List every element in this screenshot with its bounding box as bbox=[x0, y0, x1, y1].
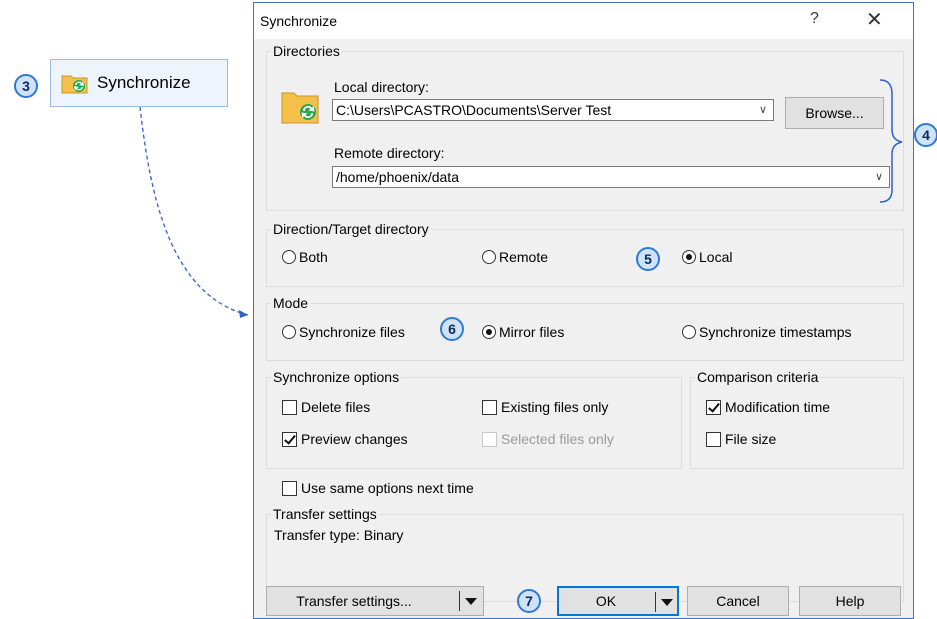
browse-button[interactable]: Browse... bbox=[785, 97, 884, 129]
chevron-down-icon[interactable]: ∨ bbox=[759, 100, 767, 120]
mode-legend: Mode bbox=[273, 295, 309, 311]
radio-mirror-files[interactable]: Mirror files bbox=[482, 324, 564, 340]
checkbox-delete-files[interactable]: Delete files bbox=[282, 399, 370, 415]
split-separator bbox=[459, 591, 460, 611]
callout-5-badge: 5 bbox=[636, 247, 660, 271]
help-button-label: Help bbox=[835, 593, 865, 609]
checkbox-use-same-options-box bbox=[282, 480, 297, 496]
ok-button-label: OK bbox=[595, 593, 617, 609]
directories-legend: Directories bbox=[273, 43, 340, 59]
transfer-settings-legend: Transfer settings bbox=[273, 506, 377, 522]
cancel-button[interactable]: Cancel bbox=[687, 586, 789, 616]
local-directory-combobox[interactable]: C:\Users\PCASTRO\Documents\Server Test ∨ bbox=[332, 99, 774, 121]
ok-button[interactable]: OK bbox=[557, 586, 679, 616]
radio-synchronize-files[interactable]: Synchronize files bbox=[282, 324, 405, 340]
comparison-criteria-legend: Comparison criteria bbox=[697, 369, 819, 385]
radio-both-label: Both bbox=[299, 249, 328, 265]
checkbox-preview-changes-label: Preview changes bbox=[301, 431, 408, 447]
checkbox-modification-time-box bbox=[706, 399, 721, 415]
radio-remote-label: Remote bbox=[499, 249, 549, 265]
folder-sync-icon bbox=[280, 87, 320, 128]
radio-synchronize-files-indicator bbox=[282, 325, 296, 339]
checkbox-delete-files-label: Delete files bbox=[301, 399, 371, 415]
checkbox-existing-files-only-label: Existing files only bbox=[501, 399, 609, 415]
checkbox-file-size-label: File size bbox=[725, 431, 777, 447]
radio-mirror-files-label: Mirror files bbox=[499, 324, 565, 340]
transfer-settings-button-label: Transfer settings... bbox=[296, 593, 412, 609]
direction-legend: Direction/Target directory bbox=[273, 221, 429, 237]
checkbox-use-same-options[interactable]: Use same options next time bbox=[282, 480, 474, 496]
radio-local[interactable]: Local bbox=[682, 249, 732, 265]
checkbox-existing-files-only[interactable]: Existing files only bbox=[482, 399, 608, 415]
radio-synchronize-timestamps-indicator bbox=[682, 325, 696, 339]
checkbox-file-size[interactable]: File size bbox=[706, 431, 776, 447]
radio-both[interactable]: Both bbox=[282, 249, 328, 265]
radio-both-indicator bbox=[282, 250, 296, 264]
comparison-criteria-group: Comparison criteria bbox=[690, 369, 904, 469]
radio-synchronize-timestamps-label: Synchronize timestamps bbox=[699, 324, 852, 340]
help-button[interactable]: Help bbox=[799, 586, 901, 616]
radio-local-label: Local bbox=[699, 249, 733, 265]
transfer-type-text: Transfer type: Binary bbox=[274, 527, 404, 543]
remote-directory-label: Remote directory: bbox=[334, 145, 445, 161]
radio-remote-indicator bbox=[482, 250, 496, 264]
radio-synchronize-files-label: Synchronize files bbox=[299, 324, 405, 340]
browse-button-label: Browse... bbox=[805, 105, 864, 121]
connector-arrow bbox=[139, 106, 249, 318]
checkbox-existing-files-only-box bbox=[482, 399, 497, 415]
callout-7-badge: 7 bbox=[517, 589, 541, 613]
radio-remote[interactable]: Remote bbox=[482, 249, 548, 265]
checkbox-preview-changes[interactable]: Preview changes bbox=[282, 431, 408, 447]
checkbox-delete-files-box bbox=[282, 399, 297, 415]
synchronize-options-group: Synchronize options bbox=[266, 369, 682, 469]
callout-6-badge: 6 bbox=[440, 317, 464, 341]
checkbox-selected-files-only-label: Selected files only bbox=[501, 431, 614, 447]
synchronize-toolbar-label: Synchronize bbox=[97, 73, 191, 92]
radio-mirror-files-indicator bbox=[482, 325, 496, 339]
cancel-button-label: Cancel bbox=[716, 593, 760, 609]
checkbox-use-same-options-label: Use same options next time bbox=[301, 480, 474, 496]
sync-folder-icon bbox=[61, 72, 89, 94]
split-separator bbox=[655, 592, 656, 612]
dropdown-arrow-icon[interactable] bbox=[465, 598, 477, 605]
radio-local-indicator bbox=[682, 250, 696, 264]
remote-directory-combobox[interactable]: /home/phoenix/data ∨ bbox=[332, 166, 890, 188]
close-icon[interactable]: ✕ bbox=[866, 7, 883, 32]
direction-group: Direction/Target directory bbox=[266, 221, 904, 287]
checkbox-selected-files-only-box bbox=[482, 431, 497, 447]
checkbox-modification-time[interactable]: Modification time bbox=[706, 399, 830, 415]
synchronize-dialog: Synchronize ? ✕ Directories Local direct… bbox=[253, 2, 914, 619]
help-icon[interactable]: ? bbox=[810, 10, 819, 28]
dropdown-arrow-icon[interactable] bbox=[661, 599, 673, 606]
callout-4-brace bbox=[879, 79, 903, 203]
checkbox-selected-files-only: Selected files only bbox=[482, 431, 614, 447]
remote-directory-value: /home/phoenix/data bbox=[336, 169, 459, 185]
synchronize-toolbar-button[interactable]: Synchronize bbox=[50, 59, 228, 107]
dialog-title: Synchronize bbox=[260, 13, 338, 29]
callout-4-badge: 4 bbox=[914, 123, 937, 147]
radio-synchronize-timestamps[interactable]: Synchronize timestamps bbox=[682, 324, 852, 340]
dialog-titlebar: Synchronize ? ✕ bbox=[254, 3, 913, 39]
local-directory-value: C:\Users\PCASTRO\Documents\Server Test bbox=[336, 102, 612, 118]
local-directory-label: Local directory: bbox=[334, 79, 429, 95]
checkbox-modification-time-label: Modification time bbox=[725, 399, 831, 415]
checkbox-preview-changes-box bbox=[282, 431, 297, 447]
transfer-settings-button[interactable]: Transfer settings... bbox=[266, 586, 484, 616]
checkbox-file-size-box bbox=[706, 431, 721, 447]
synchronize-options-legend: Synchronize options bbox=[273, 369, 400, 385]
callout-3-badge: 3 bbox=[14, 74, 38, 98]
